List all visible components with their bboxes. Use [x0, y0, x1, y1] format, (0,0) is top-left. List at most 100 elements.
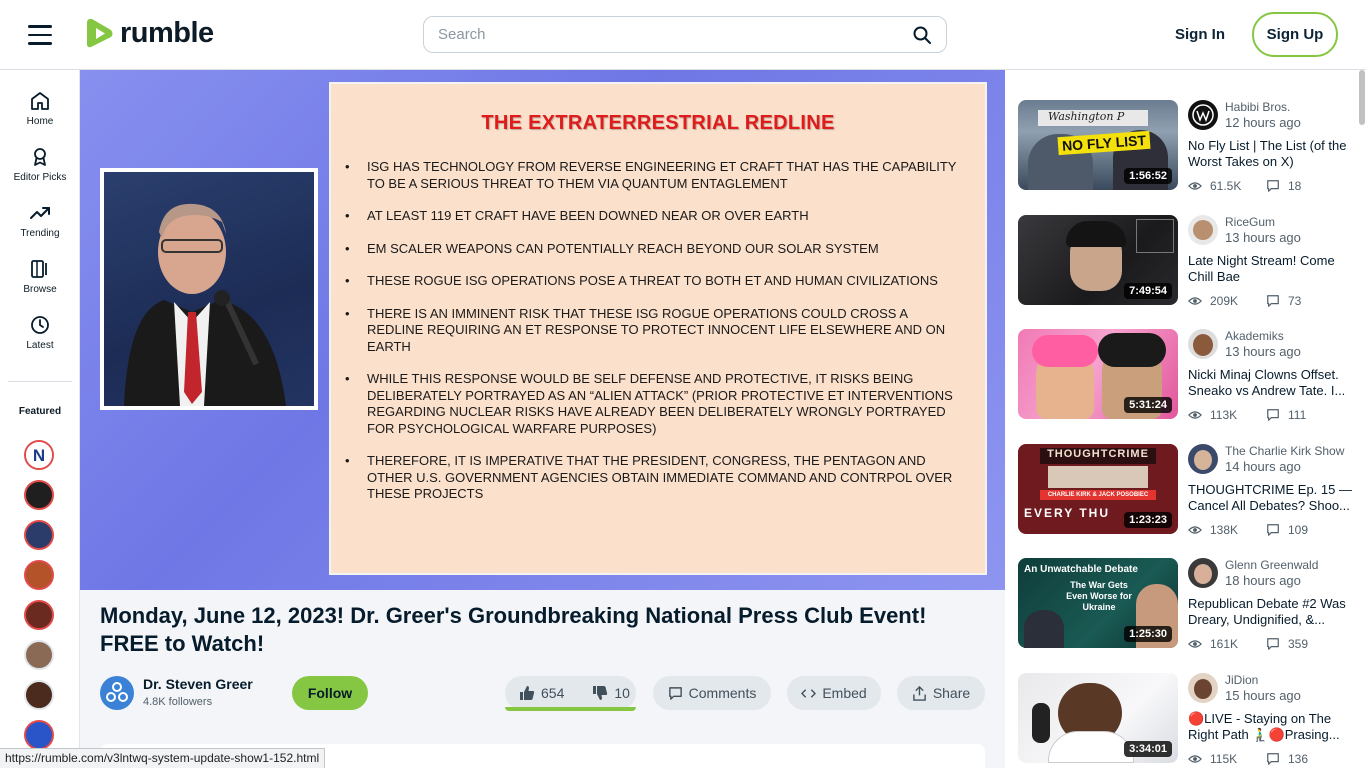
comment-count: 73	[1288, 294, 1302, 308]
video-title[interactable]: Nicki Minaj Clowns Offset. Sneako vs And…	[1188, 367, 1360, 399]
featured-channel-avatar[interactable]	[24, 720, 54, 750]
search-input[interactable]	[438, 26, 912, 43]
sign-up-button[interactable]: Sign Up	[1252, 12, 1338, 57]
search-box[interactable]	[423, 16, 947, 53]
share-button[interactable]: Share	[897, 676, 985, 710]
channel-name[interactable]: Dr. Steven Greer	[143, 676, 253, 692]
view-count: 61.5K	[1210, 179, 1242, 193]
video-title[interactable]: Republican Debate #2 Was Dreary, Undigni…	[1188, 596, 1360, 628]
nav-home-label: Home	[26, 116, 54, 127]
comment-icon	[1267, 180, 1279, 192]
video-thumbnail[interactable]: THOUGHTCRIME CHARLIE KIRK & JACK POSOBIE…	[1018, 444, 1178, 534]
award-icon	[34, 148, 46, 166]
related-video-item[interactable]: 3:34:01 JiDion 15 hours ago 🔴LIVE - Stay…	[1018, 673, 1363, 766]
channel-name[interactable]: The Charlie Kirk Show	[1225, 444, 1344, 458]
video-stats: 209K 73	[1188, 294, 1301, 308]
slide-bullet: AT LEAST 119 ET CRAFT HAVE BEEN DOWNED N…	[345, 208, 963, 225]
featured-channel-avatar[interactable]	[24, 600, 54, 630]
comment-count: 359	[1288, 637, 1309, 651]
related-video-item[interactable]: THOUGHTCRIME CHARLIE KIRK & JACK POSOBIE…	[1018, 444, 1363, 537]
thumb-newspaper: Washington P	[1038, 110, 1148, 126]
related-video-item[interactable]: An Unwatchable Debate The War Gets Even …	[1018, 558, 1363, 651]
eye-icon	[1188, 526, 1202, 534]
nav-trending[interactable]: Trending	[0, 202, 80, 239]
channel-avatar[interactable]	[1188, 673, 1218, 703]
nav-latest-label: Latest	[26, 340, 54, 351]
comment-icon	[1267, 295, 1279, 307]
channel-logo-icon	[1192, 104, 1214, 126]
channel-avatar[interactable]	[1188, 215, 1218, 245]
comment-count: 109	[1288, 523, 1309, 537]
comments-label: Comments	[688, 685, 757, 701]
featured-label: Featured	[18, 406, 62, 417]
sign-in-link[interactable]: Sign In	[1175, 26, 1225, 43]
eye-icon	[1188, 411, 1202, 419]
thumb-portraits	[1048, 466, 1148, 488]
channel-avatar[interactable]	[1188, 558, 1218, 588]
channel-name[interactable]: Habibi Bros.	[1225, 100, 1290, 114]
related-video-item[interactable]: Washington P NO FLY LIST 1:56:52 Habibi …	[1018, 100, 1363, 193]
speaker-photo	[100, 168, 318, 410]
comment-count: 136	[1288, 752, 1309, 766]
video-thumbnail[interactable]: 3:34:01	[1018, 673, 1178, 763]
link-preview-url: https://rumble.com/v3lntwq-system-update…	[0, 748, 326, 768]
featured-channel-avatar[interactable]	[24, 640, 54, 670]
video-thumbnail[interactable]: 5:31:24	[1018, 329, 1178, 419]
featured-channel-avatar[interactable]	[24, 560, 54, 590]
channel-avatar[interactable]	[1188, 100, 1218, 130]
channel-logo-icon	[106, 682, 128, 702]
comments-button[interactable]: Comments	[653, 676, 771, 710]
nav-editor-picks[interactable]: Editor Picks	[0, 146, 80, 183]
nav-latest[interactable]: Latest	[0, 314, 80, 351]
presentation-slide: THE EXTRATERRESTRIAL REDLINE ISG HAS TEC…	[329, 82, 987, 575]
nav-browse[interactable]: Browse	[0, 258, 80, 295]
video-player[interactable]: THE EXTRATERRESTRIAL REDLINE ISG HAS TEC…	[80, 70, 1005, 590]
video-thumbnail[interactable]: An Unwatchable Debate The War Gets Even …	[1018, 558, 1178, 648]
svg-text:N: N	[33, 446, 45, 465]
newsmax-logo-icon: N	[26, 442, 52, 468]
featured-channel-avatar[interactable]	[24, 480, 54, 510]
view-count: 113K	[1210, 408, 1238, 422]
follow-button[interactable]: Follow	[292, 676, 368, 710]
thumbs-up-icon	[520, 686, 535, 700]
video-title[interactable]: Late Night Stream! Come Chill Bae	[1188, 253, 1360, 285]
comment-icon	[1267, 409, 1279, 421]
video-thumbnail[interactable]: Washington P NO FLY LIST 1:56:52	[1018, 100, 1178, 190]
rumble-logo-icon	[87, 19, 113, 48]
related-video-item[interactable]: 5:31:24 Akademiks 13 hours ago Nicki Min…	[1018, 329, 1363, 422]
channel-avatar[interactable]	[1188, 444, 1218, 474]
vote-control: 654 10	[505, 676, 636, 711]
embed-label: Embed	[822, 685, 867, 701]
rumble-logo[interactable]: rumble	[86, 17, 214, 50]
comment-icon	[1267, 753, 1279, 765]
related-video-item[interactable]: 7:49:54 RiceGum 13 hours ago Late Night …	[1018, 215, 1363, 308]
featured-channel-avatar[interactable]: N	[24, 440, 54, 470]
embed-button[interactable]: Embed	[787, 676, 881, 710]
menu-icon[interactable]	[28, 25, 52, 45]
slide-bullet: EM SCALER WEAPONS CAN POTENTIALLY REACH …	[345, 241, 963, 258]
video-title[interactable]: 🔴LIVE - Staying on The Right Path 🧎‍♂️🔴P…	[1188, 711, 1360, 743]
upload-time: 18 hours ago	[1225, 573, 1301, 588]
video-duration: 1:23:23	[1124, 512, 1172, 528]
view-count: 161K	[1210, 637, 1239, 651]
video-title[interactable]: THOUGHTCRIME Ep. 15 — Cancel All Debates…	[1188, 482, 1360, 514]
channel-avatar[interactable]	[100, 676, 134, 710]
channel-name[interactable]: Glenn Greenwald	[1225, 558, 1318, 572]
channel-name[interactable]: JiDion	[1225, 673, 1258, 687]
page-scrollbar[interactable]	[1359, 70, 1365, 125]
search-icon[interactable]	[912, 25, 932, 45]
nav-home[interactable]: Home	[0, 90, 80, 127]
channel-name[interactable]: Akademiks	[1225, 329, 1284, 343]
video-title[interactable]: No Fly List | The List (of the Worst Tak…	[1188, 138, 1360, 170]
thumbs-down-icon	[593, 686, 608, 700]
featured-channel-avatar[interactable]	[24, 520, 54, 550]
like-button[interactable]: 654	[505, 685, 578, 701]
channel-name[interactable]: RiceGum	[1225, 215, 1275, 229]
home-icon	[31, 92, 49, 110]
comment-icon	[1267, 524, 1279, 536]
featured-channel-avatar[interactable]	[24, 680, 54, 710]
dislike-button[interactable]: 10	[578, 685, 644, 701]
channel-avatar[interactable]	[1188, 329, 1218, 359]
video-thumbnail[interactable]: 7:49:54	[1018, 215, 1178, 305]
logo-text: rumble	[120, 17, 214, 49]
